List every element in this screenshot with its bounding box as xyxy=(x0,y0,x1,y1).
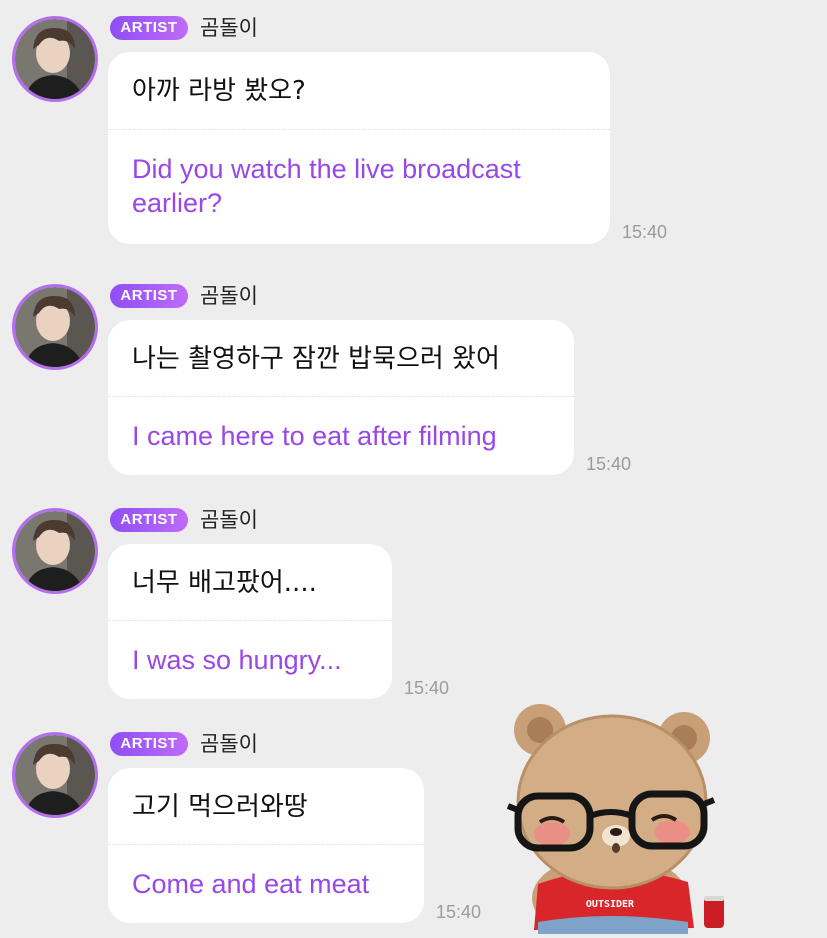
avatar[interactable] xyxy=(12,732,98,818)
avatar[interactable] xyxy=(12,508,98,594)
message-translation-text: Did you watch the live broadcast earlier… xyxy=(132,154,521,218)
sender-name: 곰돌이 xyxy=(200,284,258,308)
message-translation-text: I was so hungry... xyxy=(132,645,342,675)
divider xyxy=(108,129,610,130)
timestamp: 15:40 xyxy=(622,222,668,242)
timestamp: 15:40 xyxy=(404,678,450,698)
sender-name: 곰돌이 xyxy=(200,16,258,40)
bear-sticker-icon: OUTSIDER xyxy=(506,704,724,938)
message-bubble[interactable]: 아까 라방 봤오? Did you watch the live broadca… xyxy=(108,52,610,244)
svg-text:OUTSIDER: OUTSIDER xyxy=(586,899,635,910)
message-translation-text: Come and eat meat xyxy=(132,869,370,899)
avatar[interactable] xyxy=(12,284,98,370)
message-original-text: 나는 촬영하구 잠깐 밥묵으러 왔어 xyxy=(132,344,500,374)
divider xyxy=(108,396,574,397)
message-bubble[interactable]: 나는 촬영하구 잠깐 밥묵으러 왔어 I came here to eat af… xyxy=(108,320,574,475)
artist-avatar-icon xyxy=(15,287,95,367)
artist-badge: ARTIST xyxy=(110,16,188,40)
artist-badge: ARTIST xyxy=(110,284,188,308)
sender-name: 곰돌이 xyxy=(200,508,258,532)
message-translation-text: I came here to eat after filming xyxy=(132,421,497,451)
message-bubble[interactable]: 고기 먹으러와땅 Come and eat meat xyxy=(108,768,424,923)
timestamp: 15:40 xyxy=(586,454,632,474)
timestamp: 15:40 xyxy=(436,902,482,922)
artist-badge: ARTIST xyxy=(110,732,188,756)
artist-avatar-icon xyxy=(15,19,95,99)
message-bubble[interactable]: 너무 배고팠어.... I was so hungry... xyxy=(108,544,392,699)
message-original-text: 너무 배고팠어.... xyxy=(132,568,317,598)
divider xyxy=(108,844,424,845)
artist-avatar-icon xyxy=(15,511,95,591)
sender-name: 곰돌이 xyxy=(200,732,258,756)
message-original-text: 아까 라방 봤오? xyxy=(132,76,306,106)
avatar[interactable] xyxy=(12,16,98,102)
bear-sticker: OUTSIDER xyxy=(498,698,738,938)
divider xyxy=(108,620,392,621)
message-original-text: 고기 먹으러와땅 xyxy=(132,792,308,822)
artist-badge: ARTIST xyxy=(110,508,188,532)
artist-avatar-icon xyxy=(15,735,95,815)
